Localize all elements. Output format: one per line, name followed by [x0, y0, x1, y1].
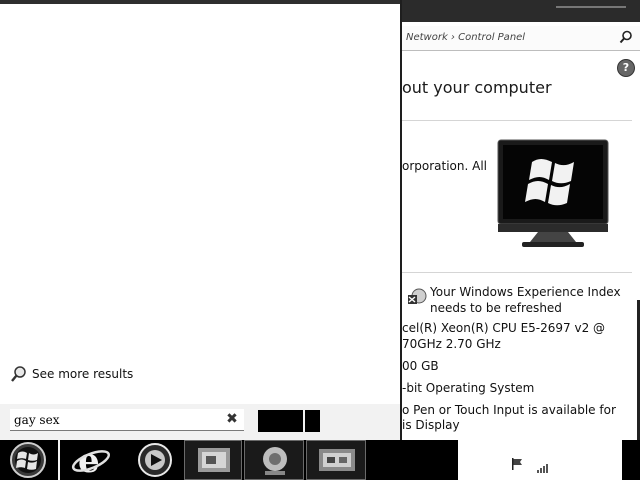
show-desktop-button[interactable]	[622, 440, 640, 480]
wei-refresh-link[interactable]: Your Windows Experience Index needs to b…	[430, 284, 640, 316]
spec-pen-touch: o Pen or Touch Input is available for	[402, 403, 616, 417]
divider	[402, 272, 632, 273]
help-icon[interactable]: ?	[617, 59, 635, 77]
close-icon[interactable]: ✖	[223, 410, 241, 428]
start-search-input[interactable]	[14, 411, 214, 429]
start-orb-icon[interactable]	[4, 441, 52, 479]
search-results-pane	[0, 4, 400, 404]
taskbar-app-3-icon[interactable]	[306, 440, 366, 480]
address-bar[interactable]: Network › Control Panel	[402, 26, 640, 51]
address-text: Network › Control Panel	[406, 32, 526, 43]
svg-text:e: e	[78, 441, 100, 480]
action-center-flag-icon[interactable]	[510, 456, 524, 470]
copyright-text: orporation. All	[402, 159, 488, 173]
spec-memory: 00 GB	[402, 359, 439, 373]
start-search-box[interactable]: ✖	[10, 409, 244, 431]
taskbar-divider	[58, 440, 60, 480]
taskbar-app-2-icon[interactable]	[244, 440, 304, 480]
spec-processor-speed: 70GHz 2.70 GHz	[402, 337, 501, 351]
see-more-results-link[interactable]: See more results	[10, 365, 133, 383]
magnifier-icon	[10, 365, 28, 383]
media-player-icon[interactable]	[130, 440, 180, 480]
start-search-row: ✖	[0, 404, 400, 440]
divider	[402, 120, 632, 121]
windows-monitor-logo	[494, 138, 612, 250]
internet-explorer-icon[interactable]: e	[68, 440, 114, 481]
window-title-strip	[402, 0, 640, 22]
shutdown-options-button[interactable]	[305, 410, 320, 432]
see-more-results-label: See more results	[32, 367, 134, 381]
notification-area	[458, 440, 640, 480]
network-icon[interactable]	[536, 458, 550, 473]
taskbar: e	[0, 440, 640, 481]
taskbar-app-1-icon[interactable]	[184, 440, 242, 480]
start-menu: See more results ✖	[0, 0, 402, 440]
spec-system-type: -bit Operating System	[402, 381, 535, 395]
page-heading: out your computer	[402, 78, 552, 97]
search-icon[interactable]	[618, 29, 634, 45]
spec-pen-touch-cont: is Display	[402, 418, 460, 432]
windows-experience-index-icon	[406, 287, 428, 309]
shutdown-button[interactable]	[258, 410, 303, 432]
spec-processor: cel(R) Xeon(R) CPU E5-2697 v2 @	[402, 321, 606, 335]
